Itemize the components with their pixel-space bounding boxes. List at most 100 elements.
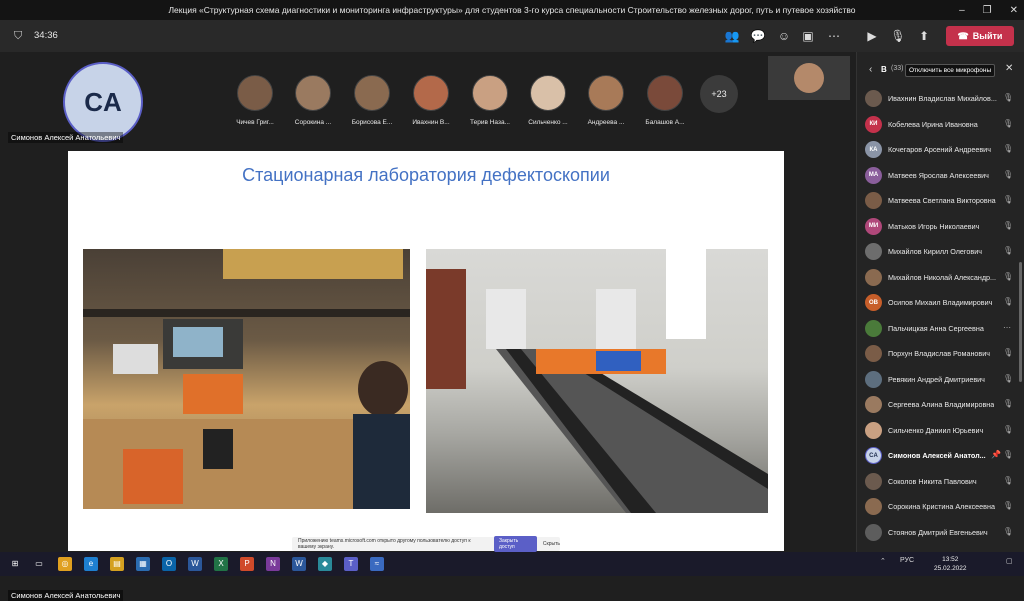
leave-label: Выйти	[972, 31, 1003, 41]
list-item[interactable]: Матвеева Светлана Викторовна 🎙	[857, 188, 1017, 214]
close-panel-icon[interactable]: ✕	[1005, 63, 1013, 74]
list-item[interactable]: Ивахнин Владислав Михайлов... 🎙	[857, 86, 1017, 112]
participant-name: Ревякин Андрей Дмитриевич	[888, 374, 985, 384]
list-item-self[interactable]: CA Симонов Алексей Анатол... 📌 🎙	[857, 443, 1017, 469]
list-item[interactable]: Порхун Владислав Романович 🎙	[857, 341, 1017, 367]
onenote-icon[interactable]: N	[266, 557, 280, 571]
more-options-icon[interactable]: ⋯	[1003, 323, 1011, 332]
app2-icon[interactable]: ≈	[370, 557, 384, 571]
list-item[interactable]: Стоянов Дмитрий Евгеньевич 🎙	[857, 520, 1017, 546]
mute-all-button[interactable]: Отключить все микрофоны	[905, 64, 996, 77]
participants-icon[interactable]: 👥	[724, 28, 740, 44]
list-item[interactable]: МА Матвеев Ярослав Алексеевич 🎙	[857, 163, 1017, 189]
participant-name: Сорокина ...	[294, 119, 332, 126]
powerpoint-icon[interactable]: P	[240, 557, 254, 571]
participant-name: Сергеева Алина Владимировна	[888, 400, 995, 409]
more-participants-button[interactable]: +23	[700, 75, 738, 113]
participant-tile[interactable]: Андреева ...	[576, 75, 636, 126]
participant-name: Кобелева Ирина Ивановна	[888, 119, 978, 129]
participant-name: Осипов Михаил Владимирович	[888, 298, 993, 307]
list-item[interactable]: Сильченко Даниил Юрьевич 🎙	[857, 418, 1017, 444]
camera-off-icon[interactable]: ▶	[864, 28, 880, 44]
participant-tile[interactable]: Терив Наза...	[460, 75, 520, 126]
chevron-left-icon[interactable]: ‹	[869, 64, 872, 75]
share-notification: Приложению teams.microsoft.com открыто д…	[292, 536, 560, 552]
participant-name: Балашов А...	[645, 119, 685, 126]
participant-tile[interactable]: Балашов А...	[635, 75, 695, 126]
chrome-icon[interactable]: ◎	[58, 557, 72, 571]
mic-off-icon[interactable]: 🎙	[890, 28, 906, 44]
list-item[interactable]: Михайлов Николай Александр... 🎙	[857, 265, 1017, 291]
pin-icon[interactable]: 📌	[991, 450, 1001, 459]
participant-avatar	[865, 90, 882, 107]
mic-off-icon: 🎙	[1003, 348, 1014, 357]
participant-photo	[472, 75, 508, 111]
mic-off-icon: 🎙	[1003, 501, 1014, 510]
chat-icon[interactable]: 💬	[750, 28, 766, 44]
participant-name: Борисова Е...	[351, 119, 393, 126]
word2-icon[interactable]: W	[292, 557, 306, 571]
list-item[interactable]: ОВ Осипов Михаил Владимирович 🎙	[857, 290, 1017, 316]
participant-tile[interactable]: Чичев Григ...	[225, 75, 285, 126]
explorer-icon[interactable]: ▤	[110, 557, 124, 571]
participant-photo	[295, 75, 331, 111]
app-icon[interactable]: ◆	[318, 557, 332, 571]
word-icon[interactable]: W	[188, 557, 202, 571]
mic-off-icon: 🎙	[1003, 195, 1014, 204]
leave-button[interactable]: ☎ Выйти	[946, 26, 1014, 46]
list-item[interactable]: Сорокина Кристина Алексеевна 🎙	[857, 494, 1017, 520]
participant-count: (33)	[891, 65, 904, 72]
self-view[interactable]	[768, 56, 850, 100]
taskbar-clock[interactable]: 13:52 25.02.2022	[934, 555, 967, 573]
rooms-icon[interactable]: ▣	[800, 28, 816, 44]
list-item[interactable]: Сергеева Алина Владимировна 🎙	[857, 392, 1017, 418]
more-options-icon[interactable]: ⋯	[826, 28, 842, 44]
stop-sharing-button[interactable]: Закрыть доступ	[493, 536, 537, 552]
list-item[interactable]: Пальчицкая Анна Сергеевна ⋯	[857, 316, 1017, 342]
restore-icon[interactable]: ❐	[983, 5, 992, 16]
lab-photo-left	[83, 249, 410, 509]
edge-icon[interactable]: e	[84, 557, 98, 571]
participant-avatar: ОВ	[865, 294, 882, 311]
participant-name: Сорокина Кристина Алексеевна	[888, 502, 995, 511]
participant-photo	[647, 75, 683, 111]
list-item[interactable]: МИ Матьков Игорь Николаевич 🎙	[857, 214, 1017, 240]
list-item[interactable]: Ревякин Андрей Дмитриевич 🎙	[857, 367, 1017, 393]
teams-icon[interactable]: T	[344, 557, 358, 571]
participant-name: Ивахнин Владислав Михайлов...	[888, 94, 997, 103]
notification-text: Приложению teams.microsoft.com открыто д…	[298, 538, 471, 550]
excel-icon[interactable]: X	[214, 557, 228, 571]
participant-avatar: КИ	[865, 115, 882, 133]
panel-scrollbar[interactable]	[1019, 262, 1022, 382]
panel-header: ‹ В (33) Отключить все микрофоны ✕	[857, 52, 1024, 86]
presenter-tile[interactable]: CA Симонов Алексей Анатольевич	[0, 52, 143, 144]
participant-name: Андреева ...	[587, 119, 625, 126]
mic-off-icon: 🎙	[1003, 297, 1014, 306]
outlook-icon[interactable]: O	[162, 557, 176, 571]
reactions-icon[interactable]: ☺	[776, 28, 792, 44]
start-icon[interactable]: ⊞	[8, 557, 22, 571]
participant-avatar	[865, 345, 882, 362]
hide-notification-link[interactable]: Скрыть	[543, 541, 560, 547]
participant-name: Михайлов Николай Александр...	[888, 272, 997, 282]
mic-icon: 🎙	[1003, 450, 1014, 459]
notifications-icon[interactable]: ▢	[1006, 557, 1013, 565]
list-item[interactable]: Соколов Никита Павлович 🎙	[857, 469, 1017, 495]
participant-name: Соколов Никита Павлович	[888, 476, 977, 486]
list-item[interactable]: КИ Кобелева Ирина Ивановна 🎙	[857, 112, 1017, 138]
task-view-icon[interactable]: ▭	[32, 557, 46, 571]
tray-chevron-icon[interactable]: ⌃	[880, 557, 886, 565]
participant-tile[interactable]: Сорокина ...	[283, 75, 343, 126]
lang-label[interactable]: РУС	[900, 557, 914, 564]
clock-date: 25.02.2022	[934, 565, 967, 572]
list-item[interactable]: КА Кочегаров Арсений Андреевич 🎙	[857, 137, 1017, 163]
participant-tile[interactable]: Борисова Е...	[342, 75, 402, 126]
close-window-icon[interactable]: ✕	[1010, 5, 1018, 16]
participant-tile[interactable]: Сильченко ...	[518, 75, 578, 126]
share-screen-icon[interactable]: ⬆	[916, 28, 932, 44]
participant-tile[interactable]: Ивахнин В...	[401, 75, 461, 126]
lab-photo-right	[426, 249, 768, 513]
store-icon[interactable]: ▦	[136, 557, 150, 571]
list-item[interactable]: Михайлов Кирилл Олегович 🎙	[857, 239, 1017, 265]
minimize-icon[interactable]: –	[959, 5, 965, 16]
